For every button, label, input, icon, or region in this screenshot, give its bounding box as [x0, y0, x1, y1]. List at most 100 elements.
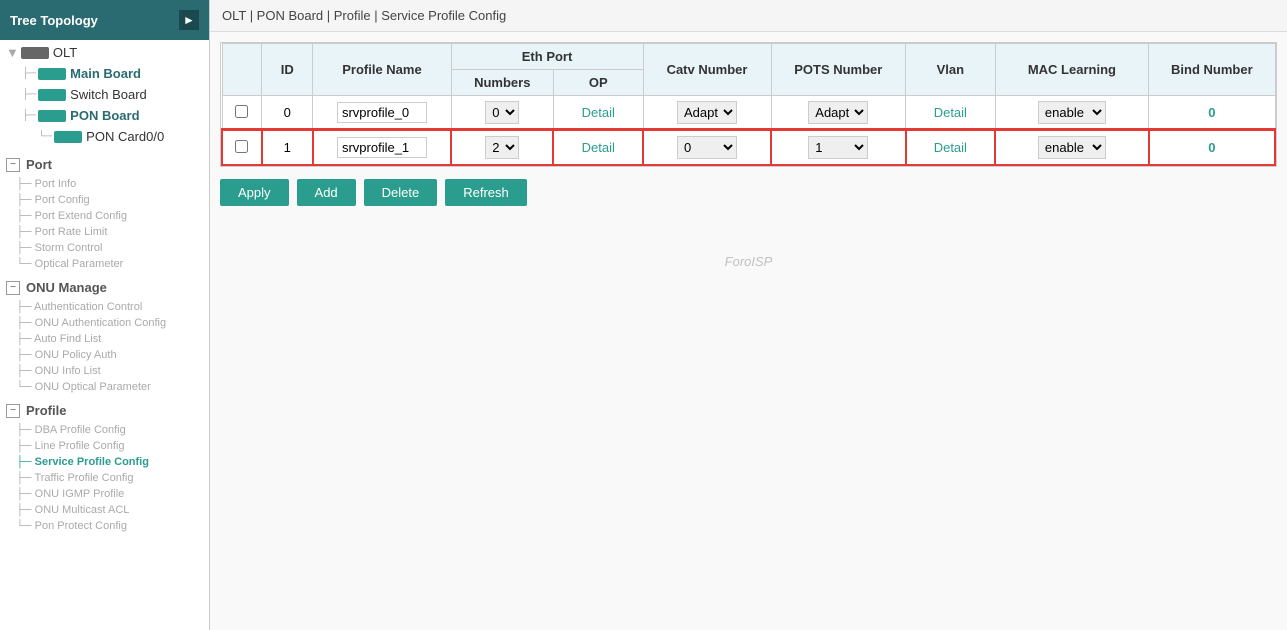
- breadcrumb-text: OLT | PON Board | Profile | Service Prof…: [222, 8, 506, 23]
- pon-card-icon: [54, 131, 82, 143]
- main-content: OLT | PON Board | Profile | Service Prof…: [210, 0, 1287, 630]
- sidebar-title: Tree Topology: [10, 13, 98, 28]
- row1-mac-learning[interactable]: enabledisable: [995, 130, 1149, 165]
- row1-bind-number: 0: [1149, 130, 1275, 165]
- row0-eth-op[interactable]: Detail: [553, 96, 643, 131]
- row1-eth-numbers[interactable]: 01234: [451, 130, 553, 165]
- row1-mac-select[interactable]: enabledisable: [1038, 136, 1106, 159]
- header-eth-op: OP: [553, 70, 643, 96]
- sidebar-item-onu-auth-config[interactable]: ├─ ONU Authentication Config: [10, 315, 209, 331]
- tree-item-main-board[interactable]: ├─ Main Board: [16, 63, 209, 84]
- row0-pots-number[interactable]: Adapt01: [771, 96, 906, 131]
- row1-eth-op[interactable]: Detail: [553, 130, 643, 165]
- sidebar-item-port-extend-config[interactable]: ├─ Port Extend Config: [10, 208, 209, 224]
- sidebar-item-onu-info-list[interactable]: ├─ ONU Info List: [10, 363, 209, 379]
- row1-pots-select[interactable]: 01Adapt: [808, 136, 868, 159]
- pon-board-label: PON Board: [70, 108, 139, 123]
- sidebar-item-auth-control[interactable]: ├─ Authentication Control: [10, 299, 209, 315]
- header-bind-number: Bind Number: [1149, 44, 1275, 96]
- main-board-icon: [38, 68, 66, 80]
- sidebar-item-port-config[interactable]: ├─ Port Config: [10, 192, 209, 208]
- header-eth-port: Eth Port: [451, 44, 643, 70]
- row1-vlan-detail-link[interactable]: Detail: [934, 140, 967, 155]
- sidebar-item-traffic-profile-config[interactable]: ├─ Traffic Profile Config: [10, 470, 209, 486]
- sidebar-item-onu-igmp-profile[interactable]: ├─ ONU IGMP Profile: [10, 486, 209, 502]
- port-section-header: − Port: [0, 153, 209, 176]
- row0-catv-select[interactable]: Adapt01: [677, 101, 737, 124]
- sidebar-item-onu-optical-parameter[interactable]: └─ ONU Optical Parameter: [10, 379, 209, 395]
- sidebar-item-auto-find-list[interactable]: ├─ Auto Find List: [10, 331, 209, 347]
- breadcrumb: OLT | PON Board | Profile | Service Prof…: [210, 0, 1287, 32]
- add-button[interactable]: Add: [297, 179, 356, 206]
- tree-item-pon-card[interactable]: └─ PON Card0/0: [32, 126, 209, 147]
- row0-eth-numbers-select[interactable]: 01234: [485, 101, 519, 124]
- tree-item-pon-board[interactable]: ├─ PON Board: [16, 105, 209, 126]
- onu-items: ├─ Authentication Control ├─ ONU Authent…: [0, 299, 209, 395]
- table-body: 0 01234 Detail Adapt01: [222, 96, 1275, 166]
- service-profile-table: ID Profile Name Eth Port Catv Number POT…: [221, 43, 1276, 166]
- header-checkbox-col: [222, 44, 262, 96]
- row1-checkbox-cell[interactable]: [222, 130, 262, 165]
- header-mac-learning: MAC Learning: [995, 44, 1149, 96]
- row0-catv-number[interactable]: Adapt01: [643, 96, 771, 131]
- row1-profile-name-input[interactable]: [337, 137, 427, 158]
- row0-eth-numbers[interactable]: 01234: [451, 96, 553, 131]
- profile-section-header: − Profile: [0, 399, 209, 422]
- row1-detail-link[interactable]: Detail: [582, 140, 615, 155]
- row0-checkbox-cell[interactable]: [222, 96, 262, 131]
- onu-section-label: ONU Manage: [26, 280, 107, 295]
- row0-pots-select[interactable]: Adapt01: [808, 101, 868, 124]
- row0-profile-name-input[interactable]: [337, 102, 427, 123]
- row1-profile-name[interactable]: [313, 130, 451, 165]
- row0-checkbox[interactable]: [235, 105, 248, 118]
- port-toggle[interactable]: −: [6, 158, 20, 172]
- sidebar-item-port-info[interactable]: ├─ Port Info: [10, 176, 209, 192]
- sidebar-item-dba-profile-config[interactable]: ├─ DBA Profile Config: [10, 422, 209, 438]
- sidebar-item-onu-multicast-acl[interactable]: ├─ ONU Multicast ACL: [10, 502, 209, 518]
- sidebar-item-onu-policy-auth[interactable]: ├─ ONU Policy Auth: [10, 347, 209, 363]
- action-buttons: Apply Add Delete Refresh: [220, 179, 1277, 206]
- row0-mac-learning[interactable]: enabledisable: [995, 96, 1149, 131]
- header-pots-number: POTS Number: [771, 44, 906, 96]
- row0-detail-link[interactable]: Detail: [582, 105, 615, 120]
- table-row: 0 01234 Detail Adapt01: [222, 96, 1275, 131]
- profile-items: ├─ DBA Profile Config ├─ Line Profile Co…: [0, 422, 209, 534]
- delete-button[interactable]: Delete: [364, 179, 438, 206]
- profile-section-label: Profile: [26, 403, 66, 418]
- row1-eth-numbers-select[interactable]: 01234: [485, 136, 519, 159]
- olt-icon: [21, 47, 49, 59]
- sidebar-collapse-button[interactable]: ►: [179, 10, 199, 30]
- sidebar-item-storm-control[interactable]: ├─ Storm Control: [10, 240, 209, 256]
- row0-vlan-detail-link[interactable]: Detail: [934, 105, 967, 120]
- header-vlan: Vlan: [906, 44, 996, 96]
- sidebar-item-pon-protect-config[interactable]: └─ Pon Protect Config: [10, 518, 209, 534]
- row0-vlan[interactable]: Detail: [906, 96, 996, 131]
- row0-profile-name[interactable]: [313, 96, 451, 131]
- row0-mac-select[interactable]: enabledisable: [1038, 101, 1106, 124]
- content-area: ID Profile Name Eth Port Catv Number POT…: [210, 32, 1287, 630]
- row1-checkbox[interactable]: [235, 140, 248, 153]
- apply-button[interactable]: Apply: [220, 179, 289, 206]
- sidebar: Tree Topology ► ▼ OLT ├─ Main Board ├─ S…: [0, 0, 210, 630]
- row0-id: 0: [262, 96, 313, 131]
- refresh-button[interactable]: Refresh: [445, 179, 527, 206]
- sidebar-item-port-rate-limit[interactable]: ├─ Port Rate Limit: [10, 224, 209, 240]
- sidebar-header: Tree Topology ►: [0, 0, 209, 40]
- profile-toggle[interactable]: −: [6, 404, 20, 418]
- sidebar-item-service-profile-config[interactable]: ├─ Service Profile Config: [10, 454, 209, 470]
- pon-card-label: PON Card0/0: [86, 129, 164, 144]
- header-profile-name: Profile Name: [313, 44, 451, 96]
- header-id: ID: [262, 44, 313, 96]
- row1-vlan[interactable]: Detail: [906, 130, 996, 165]
- row1-catv-number[interactable]: 01Adapt: [643, 130, 771, 165]
- row1-pots-number[interactable]: 01Adapt: [771, 130, 906, 165]
- sidebar-item-line-profile-config[interactable]: ├─ Line Profile Config: [10, 438, 209, 454]
- onu-toggle[interactable]: −: [6, 281, 20, 295]
- tree-item-switch-board[interactable]: ├─ Switch Board: [16, 84, 209, 105]
- row1-catv-select[interactable]: 01Adapt: [677, 136, 737, 159]
- port-items: ├─ Port Info ├─ Port Config ├─ Port Exte…: [0, 176, 209, 272]
- tree-item-olt[interactable]: ▼ OLT: [0, 42, 209, 63]
- service-profile-table-container: ID Profile Name Eth Port Catv Number POT…: [220, 42, 1277, 167]
- watermark-text: ForoISP: [725, 254, 773, 269]
- sidebar-item-optical-parameter[interactable]: └─ Optical Parameter: [10, 256, 209, 272]
